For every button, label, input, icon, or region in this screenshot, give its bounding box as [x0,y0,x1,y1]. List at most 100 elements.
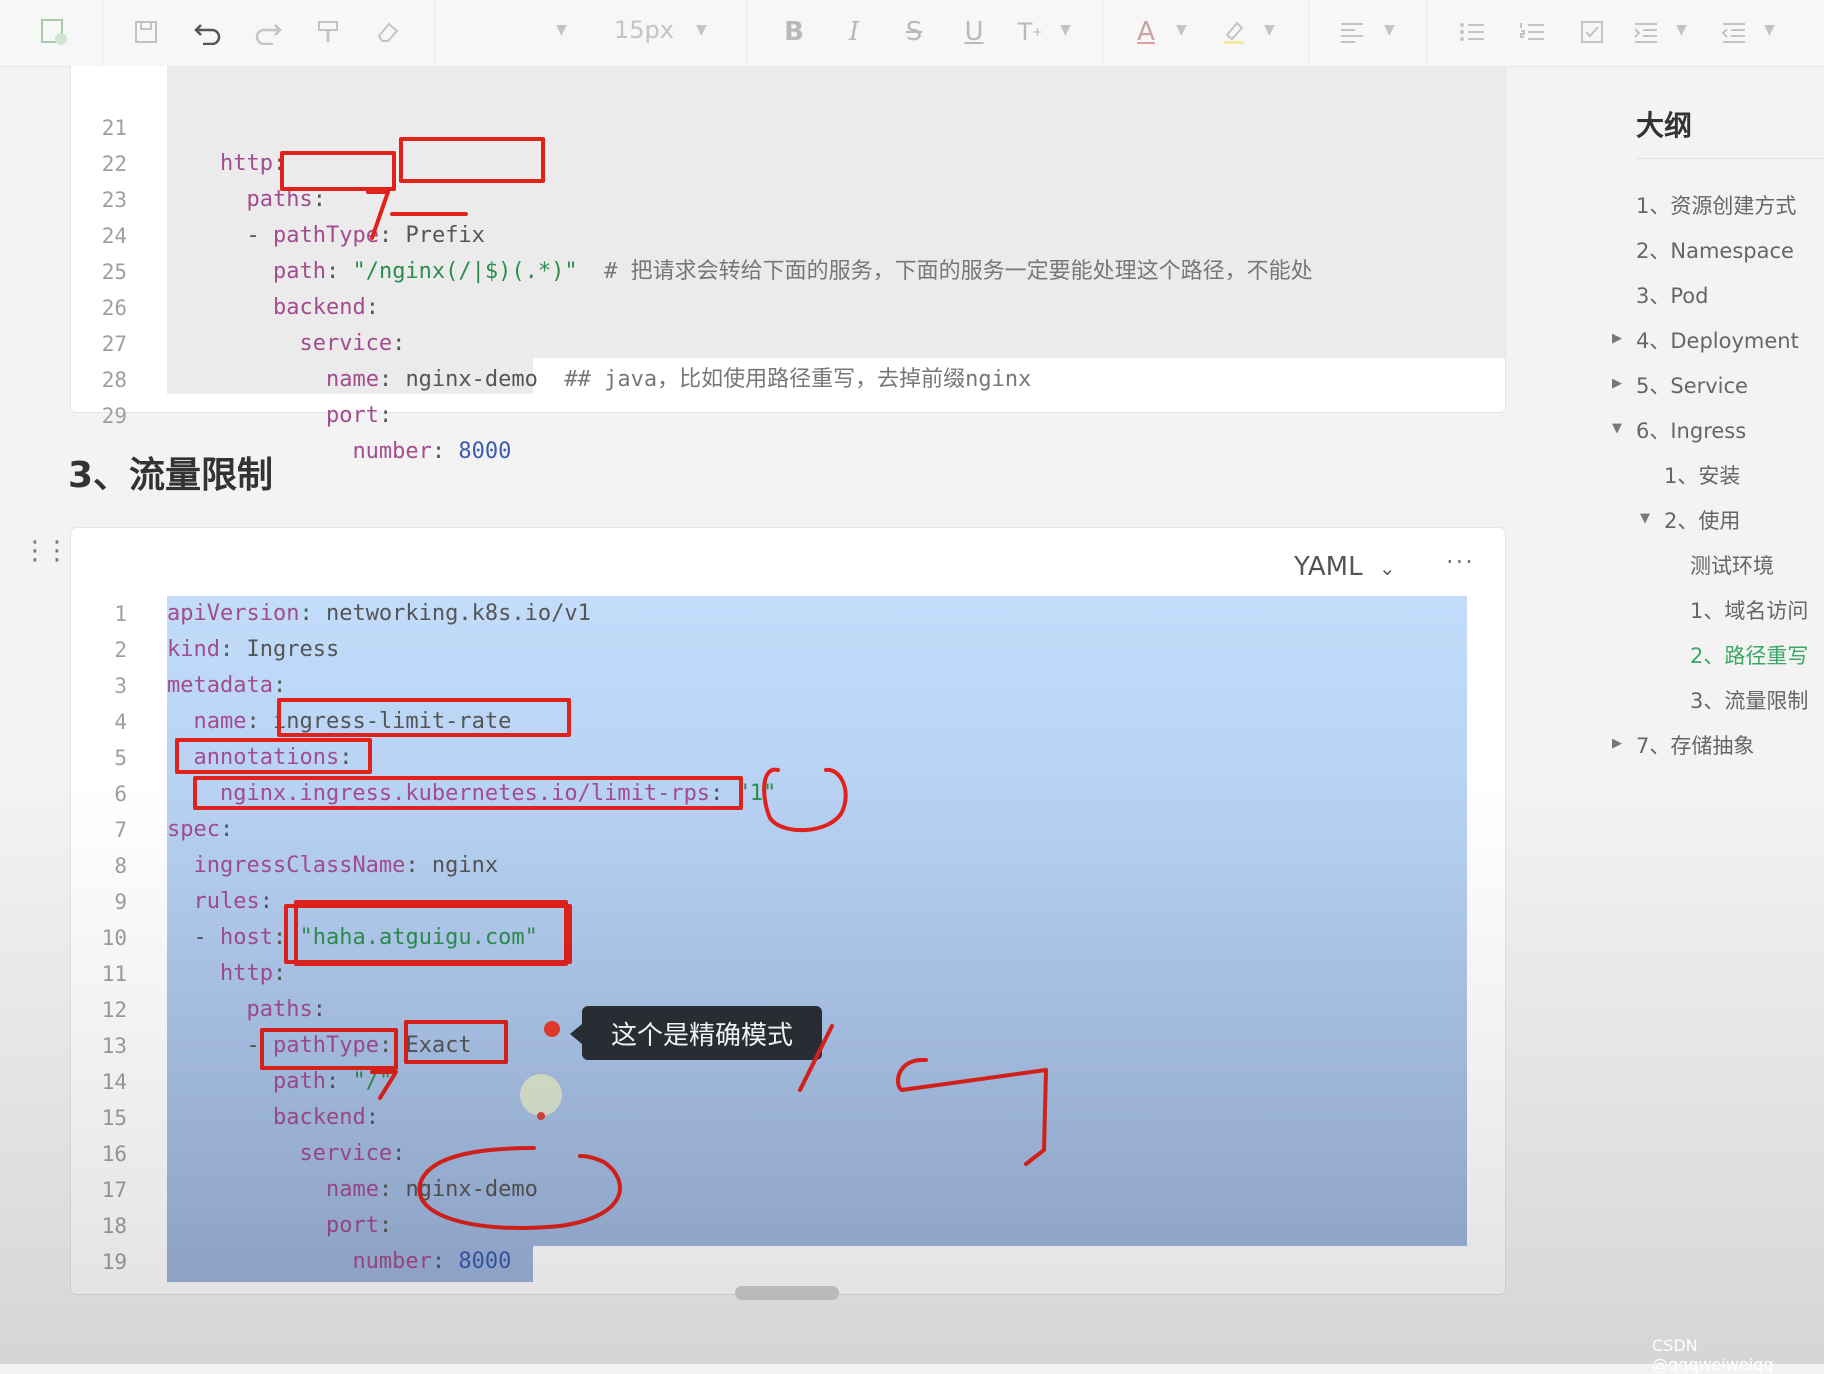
outline-item[interactable]: 3、Pod [1636,280,1708,310]
line-number: 18 [101,1214,127,1238]
horizontal-scrollbar[interactable] [735,1286,839,1300]
code-text: name: nginx-demo [325,1177,538,1202]
code-block-rate-limit[interactable]: 1 apiVersion: networking.k8s.io/v1 2 kind:… [70,527,1506,1295]
code-text: - host: "haha.atguigu.com" [193,925,538,950]
tooltip-tail [570,1024,582,1044]
line-number: 19 [101,1250,127,1274]
code-line[interactable]: 21 http: [71,74,287,176]
code-text: backend: [272,1105,379,1130]
redo-icon[interactable] [250,14,286,50]
chevron-down-icon[interactable]: ▼ [1676,22,1687,38]
more-options-button[interactable]: ··· [1446,548,1475,576]
outline-item[interactable]: 2、路径重写 [1690,640,1808,670]
italic-icon[interactable]: I [836,14,872,50]
undo-icon[interactable] [190,14,226,50]
outline-item[interactable]: 2、使用 [1664,505,1740,535]
toolbar-divider [102,0,103,66]
code-text: port: [325,403,393,428]
bold-icon[interactable]: B [776,14,812,50]
code-text: service: [299,1141,406,1166]
drag-handle-icon[interactable]: ⋮⋮ [22,536,70,566]
line-number: 9 [114,890,127,914]
toolbar-divider [1426,0,1427,66]
save-icon[interactable] [128,14,164,50]
section-heading: 3、流量限制 [68,455,274,496]
underline-icon[interactable]: U [956,14,992,50]
caret-right-icon[interactable]: ▶ [1612,331,1622,346]
numbered-list-icon[interactable] [1514,14,1550,50]
new-doc-icon[interactable] [36,14,72,50]
code-line[interactable]: 24 path: "/nginx(/|$)(.*)" # 把请求会转给下面的服务… [71,182,1313,284]
line-number: 14 [101,1070,127,1094]
code-text: number: 8000 [352,1249,512,1274]
line-number: 13 [101,1034,127,1058]
line-number: 15 [101,1106,127,1130]
chevron-down-icon[interactable]: ▼ [1264,22,1275,38]
superscript-icon[interactable]: T + [1012,14,1048,50]
line-number: 5 [114,746,127,770]
chevron-down-icon[interactable]: ▼ [556,22,567,38]
chevron-down-icon: ⌄ [1378,556,1396,580]
chevron-down-icon[interactable]: ▼ [1384,22,1395,38]
outdent-icon[interactable] [1716,14,1752,50]
outline-item[interactable]: 1、安装 [1664,460,1740,490]
caret-right-icon[interactable]: ▶ [1612,736,1622,751]
toolbar-divider [746,0,747,66]
code-line[interactable]: 25 backend: [71,218,379,320]
eraser-icon[interactable] [370,14,406,50]
toolbar-divider [1102,0,1103,66]
outline-item[interactable]: 1、资源创建方式 [1636,190,1796,220]
code-text: - pathType: Exact [246,1033,472,1058]
laser-pointer-icon [544,1021,560,1037]
editor-toolbar: ▼ 15px ▼ B I S U T + ▼ A ▼ ▼ ▼ ▼ ▼ [0,0,1824,67]
checklist-icon[interactable] [1574,14,1610,50]
outline-divider [1636,158,1824,159]
outline-item[interactable]: 4、Deployment [1636,325,1799,355]
align-icon[interactable] [1334,14,1370,50]
highlight-icon[interactable] [1216,14,1252,50]
outline-item[interactable]: 1、域名访问 [1690,595,1808,625]
line-number: 11 [101,962,127,986]
code-line[interactable]: 27 name: nginx-demo ## java，比如使用路径重写，去掉前… [71,290,1032,392]
outline-item[interactable]: 3、流量限制 [1690,685,1808,715]
code-line[interactable]: 22 paths: [71,110,326,212]
chevron-down-icon[interactable]: ▼ [1764,22,1775,38]
line-number: 1 [114,602,127,626]
font-color-icon[interactable]: A [1128,14,1164,50]
language-select[interactable]: YAML ⌄ [1294,552,1396,582]
format-painter-icon[interactable] [310,14,346,50]
outline-item[interactable]: 5、Service [1636,370,1748,400]
outline-item[interactable]: 6、Ingress [1636,415,1746,445]
chevron-down-icon[interactable]: ▼ [1176,22,1187,38]
caret-down-icon[interactable]: ▼ [1612,421,1622,436]
outline-item[interactable]: 7、存储抽象 [1636,730,1754,760]
outline-item[interactable]: 测试环境 [1690,550,1774,580]
bullet-list-icon[interactable] [1454,14,1490,50]
indent-icon[interactable] [1628,14,1664,50]
code-text: http: [219,151,287,176]
strikethrough-icon[interactable]: S [896,14,932,50]
toolbar-divider [434,0,435,66]
code-text: service: [299,331,406,356]
code-line[interactable]: 29 number: 8000 [71,362,512,464]
toolbar-divider [1308,0,1309,66]
code-text: apiVersion: networking.k8s.io/v1 [167,601,591,626]
font-size-select[interactable]: 15px [614,16,674,44]
code-line[interactable]: 26 service: [71,254,406,356]
code-line[interactable]: 28 port: [71,326,392,428]
code-text: metadata: [167,673,287,698]
chevron-down-icon[interactable]: ▼ [696,22,707,38]
code-block-path-rewrite[interactable]: 21 http: 22 paths: 23 - pathType: Prefix… [70,66,1506,464]
code-text: http: [219,961,287,986]
pointer-trail [520,1074,562,1116]
caret-down-icon[interactable]: ▼ [1640,511,1650,526]
code-text: port: [325,1213,393,1238]
code-text: rules: [193,889,273,914]
code-text: path: "/" [272,1069,393,1094]
caret-right-icon[interactable]: ▶ [1612,376,1622,391]
outline-item[interactable]: 2、Namespace [1636,235,1794,265]
line-number: 16 [101,1142,127,1166]
line-number: 12 [101,998,127,1022]
chevron-down-icon[interactable]: ▼ [1060,22,1071,38]
code-line[interactable]: 23 - pathType: Prefix [71,146,485,248]
